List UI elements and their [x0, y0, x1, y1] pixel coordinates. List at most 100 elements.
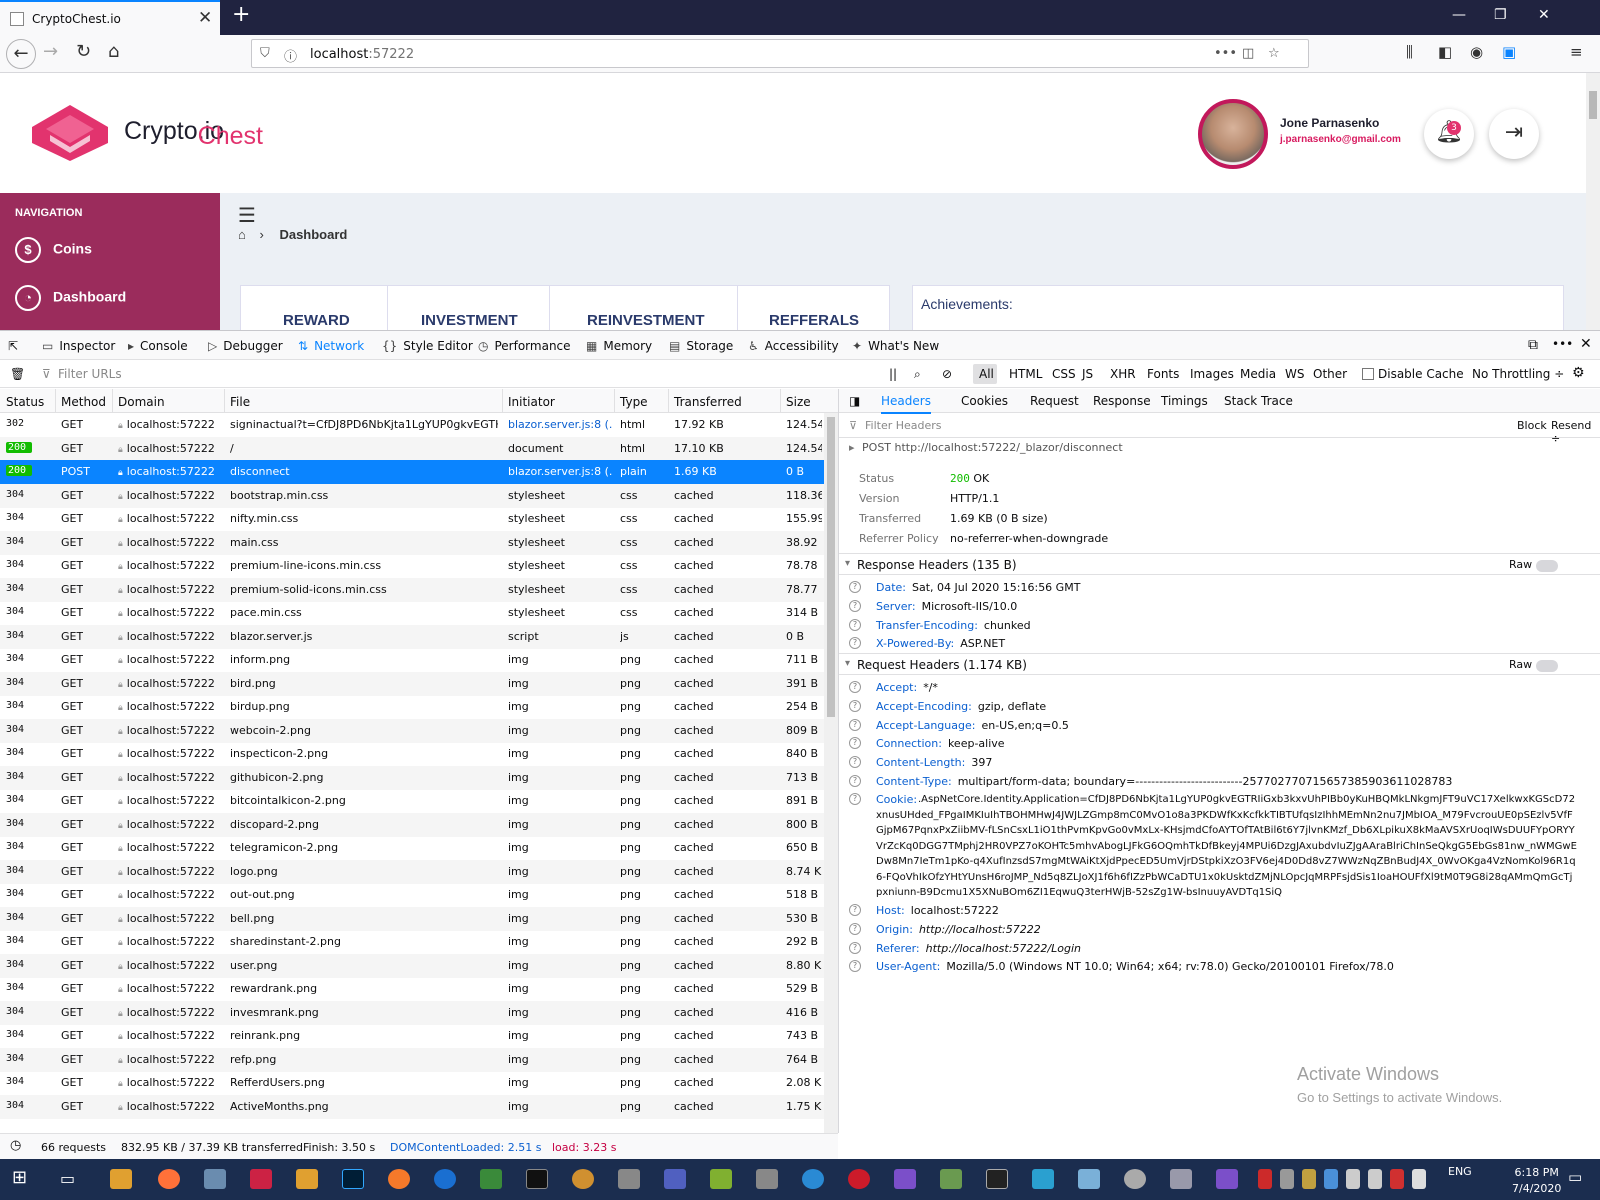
type-filter-images[interactable]: Images [1190, 367, 1234, 381]
notifications-icon[interactable]: ▭ [1568, 1168, 1582, 1186]
terminal-icon[interactable] [526, 1169, 548, 1189]
help-icon[interactable]: ? [849, 922, 861, 935]
forward-arrow-icon[interactable]: → [43, 41, 58, 62]
table-row[interactable]: 304 GET 🔒︎ localhost:57222 sharedinstant-2.p… [0, 930, 838, 954]
help-icon[interactable]: ? [849, 681, 861, 693]
table-row[interactable]: 304 GET 🔒︎ localhost:57222 blazor.server.js s… [0, 624, 838, 649]
col-size[interactable]: Size [786, 395, 811, 409]
type-filter-media[interactable]: Media [1240, 367, 1276, 381]
notifications-bell-icon[interactable]: 🔔︎ [1424, 109, 1474, 159]
table-row[interactable]: 304 GET 🔒︎ localhost:57222 reinrank.png img pn… [0, 1024, 838, 1048]
app-icon[interactable] [434, 1169, 456, 1189]
tab-investment[interactable]: INVESTMENT [421, 312, 518, 329]
table-row[interactable]: 304 GET 🔒︎ localhost:57222 birdup.png img png c… [0, 695, 838, 719]
col-initiator[interactable]: Initiator [508, 395, 555, 409]
language-indicator[interactable]: ENG [1448, 1165, 1472, 1178]
raw-toggle[interactable] [1536, 560, 1558, 572]
type-filter-xhr[interactable]: XHR [1110, 367, 1136, 381]
col-status[interactable]: Status [6, 395, 44, 409]
disable-cache-checkbox[interactable] [1362, 368, 1374, 380]
help-icon[interactable]: ? [849, 699, 861, 712]
help-icon[interactable]: ? [849, 718, 861, 731]
opera-icon[interactable] [848, 1169, 870, 1189]
throttling-select[interactable]: No Throttling ÷ [1472, 367, 1564, 381]
volume-icon[interactable] [1412, 1169, 1426, 1189]
tool-performance[interactable]: ◷ Performance [478, 339, 571, 353]
tool-network[interactable]: ⇅ Network [298, 339, 364, 353]
tool-storage[interactable]: ▤ Storage [669, 339, 733, 353]
help-icon[interactable]: ? [849, 599, 861, 612]
search-icon[interactable]: ⌕ [914, 367, 921, 382]
table-row[interactable]: 304 GET 🔒︎ localhost:57222 inform.png img png c… [0, 648, 838, 672]
task-view-icon[interactable]: ▭ [60, 1169, 82, 1189]
logout-icon[interactable]: ⇥ [1489, 109, 1539, 159]
table-row[interactable]: 304 GET 🔒︎ localhost:57222 refp.png img png cac… [0, 1047, 838, 1072]
block-icon[interactable]: ⊘ [942, 367, 952, 381]
tool-debugger[interactable]: ▷ Debugger [208, 339, 283, 353]
tab-headers[interactable]: Headers [881, 394, 931, 414]
filter-urls-input[interactable]: Filter URLs [58, 367, 358, 381]
table-row[interactable]: 304 GET 🔒︎ localhost:57222 ActiveMonths.png i… [0, 1094, 838, 1119]
tab-timings[interactable]: Timings [1161, 394, 1208, 408]
table-row[interactable]: 304 GET 🔒︎ localhost:57222 bootstrap.min.css… [0, 483, 838, 508]
help-icon[interactable]: ? [849, 581, 861, 593]
tool-accessibility[interactable]: ♿︎ Accessibility [748, 339, 839, 353]
table-row[interactable]: 304 GET 🔒︎ localhost:57222 logo.png img png cac… [0, 859, 838, 884]
app-icon[interactable] [756, 1169, 778, 1189]
settings-gear-icon[interactable]: ⚙ [1572, 365, 1585, 381]
page-scrollbar[interactable] [1586, 73, 1600, 330]
photoshop-icon[interactable] [342, 1169, 364, 1189]
block-button[interactable]: Block [1517, 419, 1547, 432]
element-picker-icon[interactable]: ⇱ [8, 339, 18, 353]
minimize-icon[interactable]: — [1452, 7, 1466, 23]
page-actions-icon[interactable]: ••• [1214, 46, 1237, 61]
table-row[interactable]: 304 GET 🔒︎ localhost:57222 rewardrank.png img… [0, 977, 838, 1001]
type-filter-css[interactable]: CSS [1052, 367, 1076, 381]
tab-cookies[interactable]: Cookies [961, 394, 1008, 408]
app-icon[interactable] [664, 1169, 686, 1189]
tab-reward[interactable]: REWARD [283, 312, 350, 329]
table-row[interactable]: 304 GET 🔒︎ localhost:57222 bird.png img png cac… [0, 671, 838, 696]
table-row[interactable]: 304 GET 🔒︎ localhost:57222 user.png img png cac… [0, 953, 838, 978]
table-row[interactable]: 304 GET 🔒︎ localhost:57222 bell.png img png cac… [0, 906, 838, 931]
url-bar[interactable]: ⛉ ⓘ localhost:57222 ••• ◫ ☆ [251, 39, 1309, 68]
account-icon[interactable]: ◉ [1470, 43, 1483, 61]
type-filter-ws[interactable]: WS [1285, 367, 1304, 381]
col-transferred[interactable]: Transferred [674, 395, 742, 409]
close-tab-icon[interactable]: ✕ [198, 8, 212, 28]
requests-scrollbar[interactable] [824, 413, 838, 1133]
blender-icon[interactable] [388, 1169, 410, 1189]
reload-icon[interactable]: ↻ [76, 41, 91, 62]
raw-toggle[interactable] [1536, 660, 1558, 672]
app-icon[interactable] [710, 1169, 732, 1189]
table-row[interactable]: 304 GET 🔒︎ localhost:57222 premium-line-icon… [0, 554, 838, 578]
sidebar-item-dashboard[interactable]: ◔ Dashboard [15, 285, 126, 311]
tab-request[interactable]: Request [1030, 394, 1079, 408]
library-icon[interactable]: ⫼ [1406, 43, 1413, 61]
tool-style-editor[interactable]: {} Style Editor [382, 339, 473, 353]
help-icon[interactable]: ? [849, 618, 861, 631]
firefox-icon[interactable] [158, 1169, 180, 1189]
request-headers-section[interactable]: ▾ Request Headers (1.174 KB) Raw [839, 653, 1600, 675]
visual-studio-icon[interactable] [1216, 1169, 1238, 1189]
tray-icon[interactable] [1280, 1169, 1294, 1189]
tool-console[interactable]: ▸ Console [128, 339, 188, 353]
col-file[interactable]: File [230, 395, 250, 409]
type-filter-js[interactable]: JS [1082, 367, 1093, 381]
table-row[interactable]: 304 GET 🔒︎ localhost:57222 webcoin-2.png img p… [0, 718, 838, 743]
app-icon[interactable] [940, 1169, 962, 1189]
response-headers-section[interactable]: ▾ Response Headers (135 B) Raw [839, 553, 1600, 575]
restore-icon[interactable]: ❐ [1494, 7, 1507, 23]
windows-start-icon[interactable]: ⊞ [12, 1167, 34, 1188]
panel-toggle-icon[interactable]: ◨ [849, 394, 860, 408]
table-row[interactable]: 304 GET 🔒︎ localhost:57222 invesmrank.png img… [0, 1000, 838, 1025]
tray-icon[interactable] [1258, 1169, 1272, 1189]
app-icon[interactable] [1032, 1169, 1054, 1189]
app-icon[interactable] [572, 1169, 594, 1189]
info-icon[interactable]: ⓘ [284, 46, 297, 65]
pause-icon[interactable]: || [889, 367, 897, 381]
app-icon[interactable] [1078, 1169, 1100, 1189]
table-row[interactable]: 200 GET 🔒︎ localhost:57222 / document html 17.1… [0, 436, 838, 461]
folder-icon[interactable] [296, 1169, 318, 1189]
col-method[interactable]: Method [61, 395, 106, 409]
